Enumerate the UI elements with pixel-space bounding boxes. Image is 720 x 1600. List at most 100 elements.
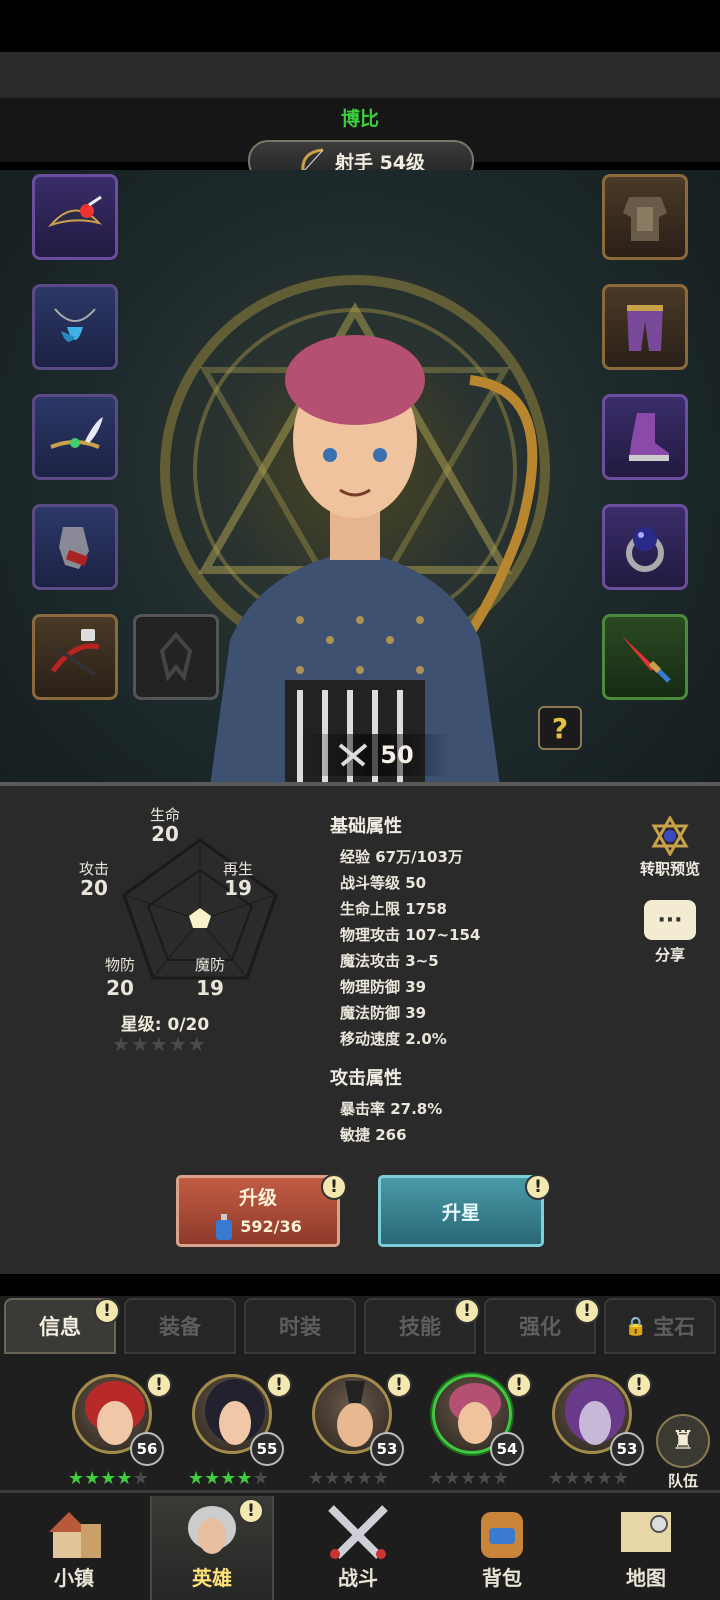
hero-level-badge: 56	[130, 1432, 164, 1466]
locked-crossbow-icon	[50, 629, 100, 677]
radar-pdef-label: 物防	[104, 956, 135, 974]
nav-battle[interactable]: 战斗	[296, 1496, 420, 1600]
upgrade-alert-icon: !	[321, 1174, 347, 1200]
radar-regen-value: 19	[224, 876, 252, 900]
leg-armor-icon	[627, 305, 663, 351]
status-bar	[0, 0, 720, 52]
attr-line: 敏捷 266	[340, 1126, 407, 1144]
star-up-label: 升星	[441, 1201, 480, 1224]
combat-power-value: 50	[380, 741, 414, 769]
attr-line: 物理防御 39	[340, 978, 427, 996]
tab-info-alert-icon: !	[94, 1298, 120, 1324]
map-scroll-icon	[621, 1512, 671, 1552]
radar-hp-value: 20	[151, 822, 179, 846]
hero-name: 博比	[340, 108, 379, 130]
attr-line: 生命上限 1758	[340, 900, 447, 918]
radar-mdef-label: 魔防	[194, 956, 225, 974]
team-button[interactable]: ♜ 队伍	[652, 1414, 714, 1490]
attr-line: 战斗等级 50	[340, 874, 427, 892]
star-icon: ★	[149, 1032, 168, 1056]
radar-pdef-value: 20	[106, 976, 134, 1000]
upgrade-cost-value: 592/36	[240, 1217, 302, 1236]
equip-slot-right-3[interactable]	[602, 394, 688, 480]
attack-attrs-title: 攻击属性	[330, 1068, 402, 1089]
base-attrs-title: 基础属性	[330, 816, 402, 837]
hero-alert-icon: !	[266, 1372, 292, 1398]
combat-power: 50	[300, 734, 450, 776]
share-button[interactable]: ··· 分享	[636, 900, 704, 965]
tab-enhance-alert-icon: !	[574, 1298, 600, 1324]
nav-map-label: 地图	[626, 1566, 666, 1590]
nav-town[interactable]: 小镇	[12, 1496, 136, 1600]
hero-level-badge: 54	[490, 1432, 524, 1466]
tab-gems[interactable]: 🔒 宝石	[604, 1298, 716, 1354]
hero-level-badge: 55	[250, 1432, 284, 1466]
tab-gems-label: 宝石	[653, 1315, 696, 1339]
empty-slot-emblem-icon	[159, 631, 193, 682]
equip-slot-left-1[interactable]	[32, 174, 118, 260]
star-of-david-icon	[651, 816, 689, 856]
hero-stars: ★ ★ ★ ★ ★	[308, 1468, 389, 1489]
feather-necklace-icon	[54, 308, 96, 342]
equip-slot-right-1[interactable]	[602, 174, 688, 260]
hero-stars: ★ ★ ★ ★ ★	[68, 1468, 149, 1489]
upgrade-label: 升级	[238, 1186, 277, 1209]
nav-map[interactable]: 地图	[584, 1496, 708, 1600]
tab-skills-alert-icon: !	[454, 1298, 480, 1324]
radar-mdef-value: 19	[196, 976, 224, 1000]
help-button[interactable]: ?	[538, 706, 582, 750]
chest-armor-icon	[623, 197, 667, 241]
job-preview-label: 转职预览	[639, 860, 700, 878]
hero-stars: ★ ★ ★ ★ ★	[188, 1468, 269, 1489]
attr-line: 魔法防御 39	[340, 1004, 427, 1022]
hero-alert-icon: !	[386, 1372, 412, 1398]
equip-slot-left-2[interactable]	[32, 284, 118, 370]
nav-bag-label: 背包	[482, 1566, 522, 1590]
upgrade-button[interactable]: 升级 592/36	[176, 1175, 340, 1247]
attr-line: 经验 67万/103万	[340, 848, 463, 866]
winged-circlet-icon	[50, 417, 103, 449]
lock-icon: 🔒	[624, 1315, 648, 1337]
equip-slot-right-5[interactable]	[602, 614, 688, 700]
nav-bag[interactable]: 背包	[440, 1496, 564, 1600]
equip-slot-left-3[interactable]	[32, 394, 118, 480]
chat-bubble-icon: ···	[644, 900, 696, 940]
attr-line: 暴击率 27.8%	[340, 1100, 443, 1118]
star-icon: ★	[112, 1032, 130, 1056]
nav-town-label: 小镇	[54, 1566, 94, 1590]
star-icon: ★	[130, 1032, 149, 1056]
star-icon: ★	[187, 1032, 206, 1056]
crossed-swords-icon	[328, 1505, 388, 1559]
upgrade-cost: 592/36	[214, 1213, 302, 1240]
hero-stars: ★ ★ ★ ★ ★	[548, 1468, 629, 1489]
star-up-alert-icon: !	[525, 1174, 551, 1200]
dagger-icon	[621, 635, 671, 683]
tab-fashion[interactable]: 时装	[244, 1298, 356, 1354]
attr-line: 移动速度 2.0%	[340, 1030, 447, 1048]
hero-level-badge: 53	[610, 1432, 644, 1466]
equip-slot-left-4[interactable]	[32, 504, 118, 590]
top-band	[0, 52, 720, 98]
radar-atk-value: 20	[80, 876, 108, 900]
town-icon	[49, 1512, 101, 1558]
equip-slot-left-5[interactable]	[32, 614, 118, 700]
hero-alert-icon: !	[146, 1372, 172, 1398]
hero-stars: ★ ★ ★ ★ ★	[428, 1468, 509, 1489]
equip-slot-right-4[interactable]	[602, 504, 688, 590]
star-rating: ★ ★ ★ ★ ★	[112, 1032, 206, 1056]
hero-alert-icon: !	[506, 1372, 532, 1398]
star-icon: ★	[168, 1032, 187, 1056]
nav-hero-label: 英雄	[192, 1566, 232, 1590]
job-preview-button[interactable]: 转职预览	[632, 816, 708, 879]
crossed-swords-icon	[339, 743, 368, 767]
equip-slot-right-2[interactable]	[602, 284, 688, 370]
nav-hero-alert-icon: !	[238, 1498, 264, 1524]
hero-nav-icon	[188, 1506, 236, 1554]
tab-equipment[interactable]: 装备	[124, 1298, 236, 1354]
star-up-button[interactable]: 升星	[378, 1175, 544, 1247]
hero-alert-icon: !	[626, 1372, 652, 1398]
empty-equip-slot[interactable]	[133, 614, 219, 700]
team-label: 队伍	[667, 1472, 698, 1490]
attr-line: 物理攻击 107~154	[340, 926, 481, 944]
gauntlet-icon	[59, 527, 89, 569]
